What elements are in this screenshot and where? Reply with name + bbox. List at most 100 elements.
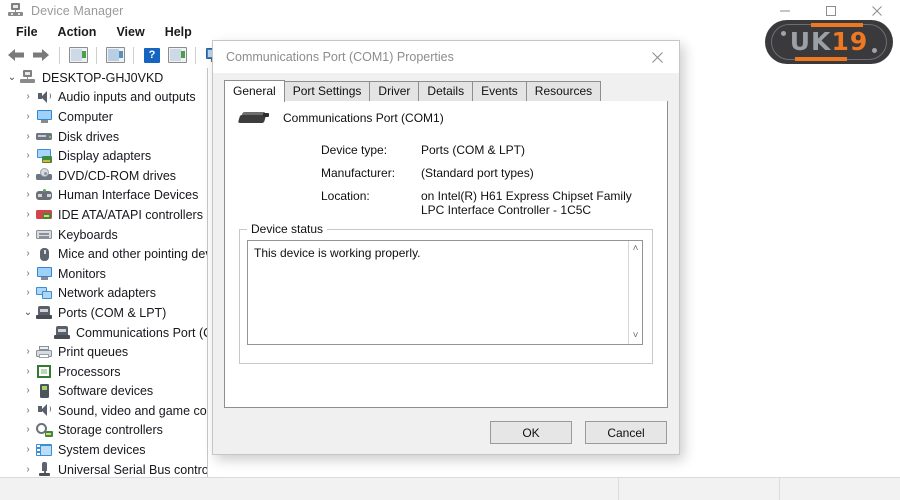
tab-driver[interactable]: Driver: [369, 81, 420, 101]
close-button[interactable]: [854, 0, 900, 22]
chevron-right-icon[interactable]: ›: [20, 288, 36, 298]
dialog-tabstrip: General Port Settings Driver Details Eve…: [224, 80, 668, 102]
tree-item-label: Ports (COM & LPT): [58, 305, 167, 320]
chevron-right-icon[interactable]: ›: [20, 111, 36, 122]
back-arrow-icon[interactable]: [4, 44, 28, 66]
update-driver-icon[interactable]: [165, 44, 189, 66]
device-properties: Device type: Ports (COM & LPT) Manufactu…: [321, 143, 655, 226]
chevron-right-icon[interactable]: ›: [20, 131, 36, 142]
pane-divider[interactable]: [207, 68, 208, 478]
property-key: Manufacturer:: [321, 166, 396, 180]
status-scrollbar[interactable]: ˄ ˅: [628, 241, 642, 344]
speaker-icon: [36, 403, 53, 418]
property-row: Location: on Intel(R) H61 Express Chipse…: [321, 189, 655, 217]
chevron-right-icon[interactable]: ›: [20, 151, 36, 161]
property-key: Location:: [321, 189, 370, 203]
device-tree[interactable]: ⌄ DESKTOP-GHJ0VKD › Audio inputs and out…: [0, 68, 207, 478]
tree-row[interactable]: › Mice and other pointing devices: [0, 244, 207, 264]
maximize-button[interactable]: [808, 0, 854, 22]
chevron-right-icon[interactable]: ›: [20, 268, 36, 279]
menu-action[interactable]: Action: [48, 23, 107, 41]
chevron-right-icon[interactable]: ›: [20, 347, 36, 357]
dialog-close-button[interactable]: [635, 42, 679, 73]
tree-item-label: DVD/CD-ROM drives: [58, 168, 177, 183]
storage-controller-icon: [36, 422, 53, 438]
dialog-titlebar: Communications Port (COM1) Properties: [213, 41, 679, 74]
property-row: Manufacturer: (Standard port types): [321, 166, 655, 180]
statusbar: [0, 477, 900, 500]
tree-row[interactable]: › Display adapters: [0, 146, 207, 166]
tree-item-label: Display adapters: [58, 149, 152, 164]
computer-icon: [20, 70, 37, 85]
scroll-down-icon[interactable]: ˅: [633, 331, 639, 341]
watermark-logo: UK19: [765, 20, 893, 64]
tree-row-root[interactable]: ⌄ DESKTOP-GHJ0VKD: [0, 68, 207, 88]
tree-row[interactable]: › Computer: [0, 107, 207, 127]
device-status-box[interactable]: This device is working properly. ˄ ˅: [247, 240, 643, 345]
logo-text-part2: 19: [831, 27, 869, 56]
tab-general[interactable]: General: [224, 80, 285, 102]
show-hidden-devices-icon[interactable]: [103, 44, 127, 66]
tree-row[interactable]: › Disk drives: [0, 127, 207, 147]
menu-view[interactable]: View: [106, 23, 154, 41]
menu-help[interactable]: Help: [155, 23, 202, 41]
tree-row[interactable]: › Software devices: [0, 382, 207, 402]
tree-row-com1[interactable]: Communications Port (COM1): [0, 323, 207, 343]
tree-row[interactable]: › Keyboards: [0, 225, 207, 245]
property-value: on Intel(R) H61 Express Chipset Family L…: [421, 189, 632, 217]
tab-events[interactable]: Events: [472, 81, 527, 101]
tree-item-label: Audio inputs and outputs: [58, 90, 196, 105]
tree-row[interactable]: › Sound, video and game controllers: [0, 401, 207, 421]
device-manager-icon: [8, 3, 24, 19]
chevron-right-icon[interactable]: ›: [20, 386, 36, 396]
chevron-right-icon[interactable]: ›: [20, 170, 36, 181]
window-titlebar: Device Manager: [0, 0, 900, 22]
chevron-right-icon[interactable]: ›: [20, 425, 36, 435]
cancel-button[interactable]: Cancel: [585, 421, 667, 444]
chevron-right-icon[interactable]: ›: [20, 366, 36, 377]
gamepad-icon: [36, 188, 53, 203]
tree-row[interactable]: › Monitors: [0, 264, 207, 284]
tree-row-ports[interactable]: ⌄ Ports (COM & LPT): [0, 303, 207, 323]
ide-controller-icon: [36, 207, 53, 222]
chevron-down-icon[interactable]: ⌄: [20, 307, 36, 318]
chevron-right-icon[interactable]: ›: [20, 249, 36, 259]
chevron-right-icon[interactable]: ›: [20, 405, 36, 416]
device-status-legend: Device status: [247, 222, 328, 236]
scroll-up-icon[interactable]: ˄: [633, 244, 639, 254]
chevron-right-icon[interactable]: ›: [20, 209, 36, 220]
tree-row[interactable]: › IDE ATA/ATAPI controllers: [0, 205, 207, 225]
chevron-right-icon[interactable]: ›: [20, 464, 36, 475]
device-manager-window: Device Manager File Action View Help ? ⌄…: [0, 0, 900, 500]
minimize-button[interactable]: [762, 0, 808, 22]
tree-row[interactable]: › Storage controllers: [0, 421, 207, 441]
tab-details[interactable]: Details: [418, 81, 474, 101]
toolbar-separator: [133, 46, 134, 64]
properties-icon[interactable]: [66, 44, 90, 66]
device-status-group: Device status This device is working pro…: [239, 222, 653, 364]
chevron-right-icon[interactable]: ›: [20, 190, 36, 200]
chevron-right-icon[interactable]: ›: [20, 445, 36, 455]
tab-resources[interactable]: Resources: [525, 81, 602, 101]
tree-row[interactable]: › Audio inputs and outputs: [0, 88, 207, 108]
forward-arrow-icon[interactable]: [29, 44, 53, 66]
tree-item-label: System devices: [58, 443, 146, 458]
tree-row[interactable]: › DVD/CD-ROM drives: [0, 166, 207, 186]
tree-row[interactable]: › Network adapters: [0, 284, 207, 304]
mouse-icon: [36, 247, 53, 262]
tree-row[interactable]: › Processors: [0, 362, 207, 382]
help-icon[interactable]: ?: [140, 44, 164, 66]
menu-file[interactable]: File: [6, 23, 48, 41]
tree-row[interactable]: › Human Interface Devices: [0, 186, 207, 206]
ok-button[interactable]: OK: [490, 421, 572, 444]
dialog-body: General Port Settings Driver Details Eve…: [213, 73, 679, 454]
tree-row[interactable]: › Universal Serial Bus controllers: [0, 460, 207, 478]
chevron-right-icon[interactable]: ›: [20, 92, 36, 102]
chevron-right-icon[interactable]: ›: [20, 229, 36, 240]
tree-root-label: DESKTOP-GHJ0VKD: [42, 70, 164, 85]
tab-port-settings[interactable]: Port Settings: [283, 81, 371, 101]
tree-row[interactable]: › Print queues: [0, 342, 207, 362]
tree-row[interactable]: › System devices: [0, 440, 207, 460]
device-status-text: This device is working properly.: [254, 246, 421, 260]
chevron-down-icon[interactable]: ⌄: [4, 72, 20, 83]
